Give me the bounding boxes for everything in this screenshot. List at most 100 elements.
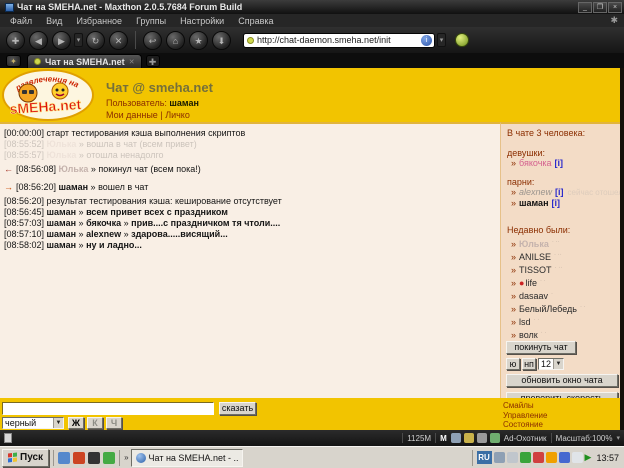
maxthon-status-icon[interactable]: M: [440, 434, 447, 443]
new-tab-button[interactable]: ✚: [146, 55, 160, 67]
recent-user-name[interactable]: TISSOT: [519, 265, 552, 275]
messenger-tray-icon[interactable]: [533, 452, 544, 463]
forward-button[interactable]: ▶: [52, 31, 71, 50]
totalcmd-quicklaunch-icon[interactable]: [88, 452, 100, 464]
taskbar-clock[interactable]: 13:57: [596, 453, 619, 463]
bold-format-button[interactable]: Ж: [68, 417, 84, 429]
np-button[interactable]: нп: [522, 358, 536, 370]
quick-launch-more-icon[interactable]: »: [124, 453, 128, 462]
message-target[interactable]: alexnew: [86, 229, 121, 239]
leave-chat-button[interactable]: покинуть чат: [506, 341, 576, 354]
composer-link-0[interactable]: Смайлы: [503, 401, 547, 411]
plugin-icon[interactable]: [451, 433, 461, 443]
menu-item-2[interactable]: Избранное: [70, 16, 128, 26]
user-info-link[interactable]: [i]: [555, 158, 564, 168]
menu-item-0[interactable]: Файл: [4, 16, 38, 26]
recent-user-name[interactable]: lsd: [519, 317, 531, 327]
proxy-icon[interactable]: [464, 433, 474, 443]
maximize-button[interactable]: ❐: [593, 2, 607, 13]
font-size-select[interactable]: 12 ▼: [538, 358, 564, 370]
user-info-link[interactable]: [i]: [552, 198, 561, 208]
filter-icon[interactable]: [490, 433, 500, 443]
display-tray-icon[interactable]: [494, 452, 505, 463]
language-indicator[interactable]: RU: [477, 451, 492, 464]
message-author[interactable]: шаман: [47, 207, 77, 217]
start-button[interactable]: Пуск: [2, 449, 49, 467]
site-logo[interactable]: развлечения на sMEHa.net: [2, 69, 98, 126]
recent-user-name[interactable]: dasaav: [519, 291, 548, 301]
composer-link-2[interactable]: Состояние: [503, 420, 547, 430]
online-user-name[interactable]: бякочка: [519, 158, 552, 168]
recent-user-name[interactable]: life: [525, 278, 537, 288]
refresh-button[interactable]: ↻: [86, 31, 105, 50]
history-dropdown[interactable]: ▾: [74, 33, 83, 47]
user-info-link[interactable]: [i]: [555, 187, 564, 197]
message-input[interactable]: [2, 402, 214, 415]
private-msg-link[interactable]: Личко: [165, 110, 190, 120]
message-target[interactable]: бякочка: [86, 218, 121, 228]
chevron-down-icon[interactable]: ▼: [553, 359, 563, 369]
qip-tray-icon[interactable]: [546, 452, 557, 463]
go-button[interactable]: [455, 33, 469, 47]
menu-extra-icon[interactable]: ✱: [610, 15, 618, 26]
online-user-name[interactable]: шаман: [519, 198, 549, 208]
home-button[interactable]: ⌂: [166, 31, 185, 50]
stop-button[interactable]: ✕: [109, 31, 128, 50]
url-action-icon[interactable]: i: [421, 35, 432, 46]
recent-user-name[interactable]: БелыйЛебедь: [519, 304, 577, 314]
menu-item-1[interactable]: Вид: [40, 16, 68, 26]
undo-button[interactable]: ↩: [143, 31, 162, 50]
download-button[interactable]: ⬇: [212, 31, 231, 50]
message-separator: »: [121, 229, 131, 239]
menu-item-5[interactable]: Справка: [232, 16, 279, 26]
color-select[interactable]: черный ▼: [2, 417, 64, 429]
update-tray-icon[interactable]: [559, 452, 570, 463]
shield-tray-icon[interactable]: [572, 452, 583, 463]
message-author[interactable]: Юлька: [47, 150, 77, 160]
message-author[interactable]: шаман: [47, 240, 77, 250]
zoom-level[interactable]: Масштаб:100%: [556, 434, 613, 443]
antivirus-tray-icon[interactable]: [520, 452, 531, 463]
message-author[interactable]: шаман: [59, 182, 89, 192]
url-input[interactable]: [257, 35, 421, 45]
yu-button[interactable]: ю: [506, 358, 520, 370]
message-author[interactable]: Юлька: [59, 164, 89, 174]
taskbar-task-chat[interactable]: Чат на SMEHA.net - ...: [131, 449, 243, 467]
maxthon-quicklaunch-icon[interactable]: [58, 452, 70, 464]
icq-quicklaunch-icon[interactable]: [103, 452, 115, 464]
menu-item-3[interactable]: Группы: [130, 16, 172, 26]
feed-icon[interactable]: [477, 433, 487, 443]
url-dropdown-button[interactable]: ▾: [437, 33, 446, 47]
italic-format-button[interactable]: К: [87, 417, 103, 429]
ad-hunter-status[interactable]: Ad-Охотник: [504, 434, 547, 443]
address-bar[interactable]: i: [243, 33, 435, 48]
new-button[interactable]: ✚: [6, 31, 25, 50]
say-button[interactable]: сказать: [219, 402, 256, 415]
close-button[interactable]: ×: [608, 2, 622, 13]
composer-link-1[interactable]: Управление: [503, 411, 547, 421]
tab-close-icon[interactable]: ✕: [129, 58, 135, 66]
message-author[interactable]: шаман: [47, 218, 77, 228]
my-data-link[interactable]: Мои данные: [106, 110, 158, 120]
message-author[interactable]: шаман: [47, 229, 77, 239]
tab-list-icon[interactable]: ✦: [6, 55, 21, 67]
recent-user-name[interactable]: Юлька: [519, 239, 549, 249]
online-user-name[interactable]: alexnew: [519, 187, 552, 197]
message-separator: »: [121, 218, 131, 228]
favorites-button[interactable]: ★: [189, 31, 208, 50]
minimize-button[interactable]: _: [578, 2, 592, 13]
back-button[interactable]: ◀: [29, 31, 48, 50]
chevron-down-icon[interactable]: ▼: [53, 418, 63, 428]
refresh-chat-button[interactable]: обновить окно чата: [506, 374, 618, 387]
zoom-caret-icon[interactable]: ▾: [616, 434, 620, 442]
underline-format-button[interactable]: Ч: [106, 417, 122, 429]
chevron-icon: »: [511, 198, 516, 208]
message-author[interactable]: Юлька: [47, 139, 77, 149]
tab-chat-smeha[interactable]: Чат на SMEHA.net ✕: [27, 54, 142, 68]
online-user-row: »alexnew[i]сейчас отошел: [511, 187, 620, 198]
recent-user-name[interactable]: ANILSE: [519, 252, 551, 262]
player-tray-icon[interactable]: ▶: [585, 452, 592, 463]
volume-tray-icon[interactable]: [507, 452, 518, 463]
menu-item-4[interactable]: Настройки: [174, 16, 230, 26]
winamp-quicklaunch-icon[interactable]: [73, 452, 85, 464]
